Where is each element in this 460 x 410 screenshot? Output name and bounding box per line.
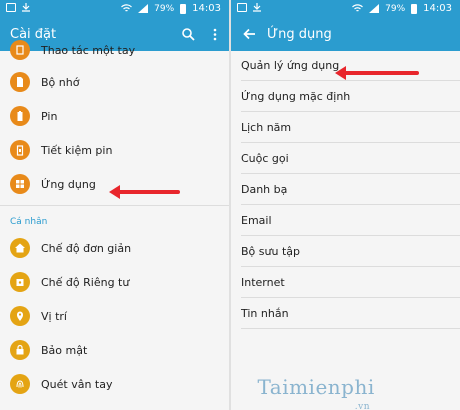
battery-status-icon — [180, 3, 187, 14]
battery-status-icon — [411, 3, 418, 14]
settings-panel: 79% 14:03 Cài đặt Thao tác một tay Bộ nh… — [0, 0, 229, 410]
image-notification-icon — [6, 3, 16, 12]
apps-settings-list: Quản lý ứng dụng Ứng dụng mặc định Lịch nă… — [231, 51, 460, 329]
list-item[interactable]: Quản lý ứng dụng — [241, 51, 460, 81]
list-item-fingerprint[interactable]: Quét vân tay — [0, 367, 229, 401]
list-item-label: Bộ sưu tập — [241, 244, 300, 258]
list-item-label: Lịch năm — [241, 120, 292, 134]
back-arrow-icon — [242, 28, 255, 40]
list-item-label: Ứng dụng mặc định — [241, 89, 351, 103]
status-bar: 79% 14:03 — [231, 0, 460, 17]
list-item-label: Ứng dụng — [41, 177, 96, 191]
fingerprint-icon — [10, 374, 30, 394]
list-item-label: Internet — [241, 275, 285, 289]
back-button[interactable] — [231, 28, 261, 40]
list-item[interactable]: Email — [241, 205, 460, 236]
status-bar: 79% 14:03 — [0, 0, 229, 17]
list-item-battery-saver[interactable]: Tiết kiệm pin — [0, 133, 229, 167]
more-options-icon[interactable] — [213, 28, 217, 41]
list-item[interactable]: Cuộc gọi — [241, 143, 460, 174]
list-item-battery[interactable]: Pin — [0, 99, 229, 133]
location-pin-icon — [10, 306, 30, 326]
list-item-label: Tin nhắn — [241, 306, 289, 320]
list-item-label: Chế độ Riêng tư — [41, 275, 130, 289]
list-item-security[interactable]: Bảo mật — [0, 333, 229, 367]
list-item[interactable]: Lịch năm — [241, 112, 460, 143]
hand-icon — [10, 40, 30, 60]
list-item-label: Tiết kiệm pin — [41, 143, 113, 157]
wifi-icon — [352, 4, 364, 12]
private-lock-icon — [10, 272, 30, 292]
wifi-icon — [121, 4, 133, 12]
list-item-label: Bộ nhớ — [41, 75, 80, 89]
list-item-storage[interactable]: Bộ nhớ — [0, 65, 229, 99]
list-item[interactable]: Tin nhắn — [241, 298, 460, 329]
download-icon — [22, 3, 30, 12]
home-icon — [10, 238, 30, 258]
signal-icon — [138, 4, 149, 13]
settings-list: Thao tác một tay Bộ nhớ Pin Tiết kiệm pi… — [0, 40, 229, 401]
battery-percent: 79% — [154, 3, 175, 14]
list-item-label: Pin — [41, 109, 58, 123]
storage-icon — [10, 72, 30, 92]
apps-icon — [10, 174, 30, 194]
app-bar: Ứng dụng — [231, 17, 460, 51]
list-item-label: Cuộc gọi — [241, 151, 289, 165]
list-item-label: Chế độ đơn giản — [41, 241, 132, 255]
highlight-arrow — [335, 66, 419, 80]
list-item-label: Bảo mật — [41, 343, 88, 357]
list-item-location[interactable]: Vị trí — [0, 299, 229, 333]
list-item[interactable]: Danh bạ — [241, 174, 460, 205]
list-item-label: Quét vân tay — [41, 377, 113, 391]
image-notification-icon — [237, 3, 247, 12]
highlight-arrow — [109, 185, 180, 199]
apps-panel: 79% 14:03 Ứng dụng Quản lý ứng dụng Ứng d… — [231, 0, 460, 410]
download-icon — [253, 3, 261, 12]
section-header-personal: Cá nhân — [0, 205, 229, 231]
clock: 14:03 — [192, 3, 221, 14]
list-item-label: Thao tác một tay — [41, 43, 136, 57]
list-item-label: Email — [241, 213, 272, 227]
list-item-label: Vị trí — [41, 309, 67, 323]
battery-saver-icon — [10, 140, 30, 160]
list-item-one-hand[interactable]: Thao tác một tay — [0, 40, 229, 65]
list-item[interactable]: Internet — [241, 267, 460, 298]
signal-icon — [369, 4, 380, 13]
list-item[interactable]: Bộ sưu tập — [241, 236, 460, 267]
watermark-text: Taimienphi — [257, 375, 375, 399]
lock-icon — [10, 340, 30, 360]
watermark: Taimienphi .vn — [257, 375, 390, 410]
list-item-easy-mode[interactable]: Chế độ đơn giản — [0, 231, 229, 265]
clock: 14:03 — [423, 3, 452, 14]
list-item-label: Quản lý ứng dụng — [241, 59, 340, 72]
battery-percent: 79% — [385, 3, 406, 14]
search-icon[interactable] — [182, 27, 195, 41]
list-item-label: Danh bạ — [241, 182, 288, 196]
page-title: Ứng dụng — [267, 26, 332, 42]
watermark-suffix: .vn — [354, 402, 370, 410]
list-item-private-mode[interactable]: Chế độ Riêng tư — [0, 265, 229, 299]
battery-icon — [10, 106, 30, 126]
page-title: Cài đặt — [10, 26, 57, 42]
list-item[interactable]: Ứng dụng mặc định — [241, 81, 460, 112]
